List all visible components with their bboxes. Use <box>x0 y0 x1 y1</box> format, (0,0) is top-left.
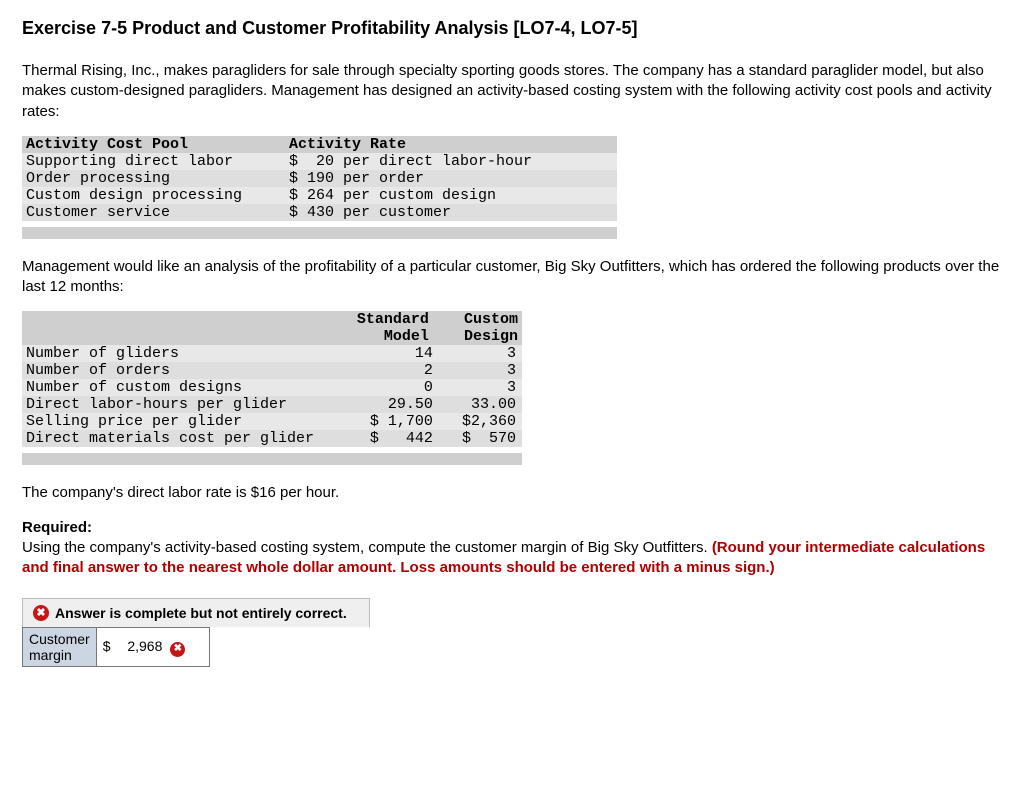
table-row: Number of orders 2 3 <box>22 362 522 379</box>
cell-label: Selling price per glider <box>22 413 334 430</box>
cell-cus: $2,360 <box>433 413 522 430</box>
answer-value: 2,968 <box>118 638 162 654</box>
required-text: Using the company's activity-based costi… <box>22 539 712 556</box>
cell-label: Direct materials cost per glider <box>22 430 334 447</box>
horizontal-scrollbar[interactable] <box>22 227 617 239</box>
cell-std: 14 <box>334 345 433 362</box>
cell-std: 29.50 <box>334 396 433 413</box>
feedback-header: ✖ Answer is complete but not entirely co… <box>22 598 370 627</box>
cell-pool: Order processing <box>22 170 285 187</box>
cell-label: Direct labor-hours per glider <box>22 396 334 413</box>
required-label: Required: <box>22 519 92 536</box>
cell-cus: $ 570 <box>433 430 522 447</box>
cell-std: $ 1,700 <box>334 413 433 430</box>
answer-input-cell[interactable]: $ 2,968 ✖ <box>96 628 209 667</box>
labor-rate-paragraph: The company's direct labor rate is $16 p… <box>22 483 1002 503</box>
table-row: Customer service $ 430 per customer <box>22 204 617 221</box>
th-design: Design <box>433 328 522 345</box>
cell-pool: Customer service <box>22 204 285 221</box>
table-row: Direct materials cost per glider $ 442 $… <box>22 430 522 447</box>
th-custom: Custom <box>433 311 522 328</box>
table-row: Supporting direct labor $ 20 per direct … <box>22 153 617 170</box>
label-line: Customer <box>29 631 90 647</box>
cell-pool: Supporting direct labor <box>22 153 285 170</box>
table-row: Number of custom designs 0 3 <box>22 379 522 396</box>
label-line: margin <box>29 647 72 663</box>
page-title: Exercise 7-5 Product and Customer Profit… <box>22 18 1002 39</box>
cell-cus: 3 <box>433 362 522 379</box>
cell-std: $ 442 <box>334 430 433 447</box>
feedback-text: Answer is complete but not entirely corr… <box>55 605 347 621</box>
incorrect-icon: ✖ <box>33 605 49 621</box>
cell-label: Number of gliders <box>22 345 334 362</box>
currency-symbol: $ <box>103 638 111 654</box>
analysis-paragraph: Management would like an analysis of the… <box>22 257 1002 298</box>
cell-cus: 3 <box>433 379 522 396</box>
cell-label: Number of custom designs <box>22 379 334 396</box>
cell-rate: $ 264 per custom design <box>285 187 617 204</box>
activity-rate-table: Activity Cost Pool Activity Rate Support… <box>22 136 617 221</box>
th-activity-cost-pool: Activity Cost Pool <box>22 136 285 153</box>
intro-paragraph: Thermal Rising, Inc., makes paragliders … <box>22 61 1002 122</box>
th-activity-rate: Activity Rate <box>285 136 617 153</box>
product-data-table: Standard Custom Model Design Number of g… <box>22 311 522 447</box>
table-row: Selling price per glider $ 1,700 $2,360 <box>22 413 522 430</box>
answer-row-label: Customer margin <box>23 628 97 667</box>
table-row: Number of gliders 14 3 <box>22 345 522 362</box>
table-row: Direct labor-hours per glider 29.50 33.0… <box>22 396 522 413</box>
feedback-box: ✖ Answer is complete but not entirely co… <box>22 598 1002 667</box>
cell-label: Number of orders <box>22 362 334 379</box>
cell-rate: $ 190 per order <box>285 170 617 187</box>
th-model: Model <box>334 328 433 345</box>
cell-cus: 33.00 <box>433 396 522 413</box>
cell-rate: $ 20 per direct labor-hour <box>285 153 617 170</box>
cell-std: 2 <box>334 362 433 379</box>
horizontal-scrollbar[interactable] <box>22 453 522 465</box>
cell-rate: $ 430 per customer <box>285 204 617 221</box>
table-row: Order processing $ 190 per order <box>22 170 617 187</box>
th-standard: Standard <box>334 311 433 328</box>
cell-std: 0 <box>334 379 433 396</box>
required-block: Required: Using the company's activity-b… <box>22 518 1002 579</box>
answer-table: Customer margin $ 2,968 ✖ <box>22 627 210 667</box>
table-row: Custom design processing $ 264 per custo… <box>22 187 617 204</box>
cell-pool: Custom design processing <box>22 187 285 204</box>
incorrect-icon: ✖ <box>170 642 185 657</box>
cell-cus: 3 <box>433 345 522 362</box>
